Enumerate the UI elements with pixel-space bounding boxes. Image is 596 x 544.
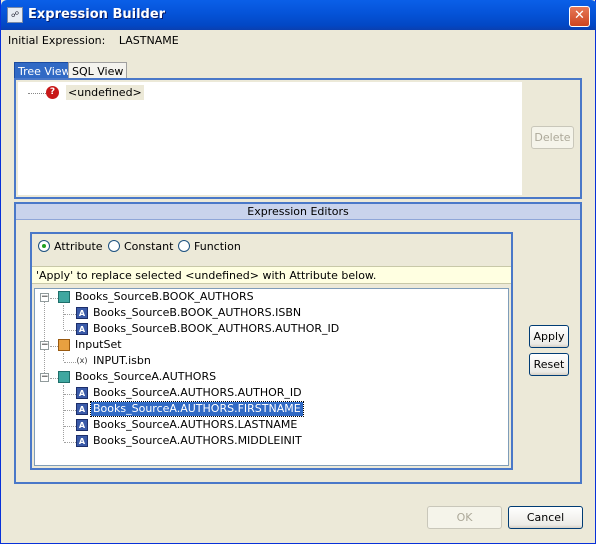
tab-sql-view[interactable]: SQL View	[68, 62, 128, 79]
tree-connector	[50, 298, 58, 299]
tree-node-label: Books_SourceA.AUTHORS.AUTHOR_ID	[93, 386, 302, 399]
radio-attribute-label: Attribute	[54, 240, 103, 253]
delete-button[interactable]: Delete	[531, 126, 574, 149]
tree-node-label: Books_SourceA.AUTHORS	[75, 370, 217, 383]
tree-node-source-a-authors[interactable]: − Books_SourceA.AUTHORS	[35, 370, 505, 385]
initial-expression-row: Initial Expression: LASTNAME	[8, 34, 179, 47]
cancel-button[interactable]: Cancel	[508, 506, 583, 529]
tree-connector	[64, 410, 76, 411]
editor-type-radios: Attribute Constant Function	[38, 240, 498, 256]
window-title: Expression Builder	[28, 7, 166, 22]
attribute-editor-box: Attribute Constant Function 'Apply' to r…	[30, 232, 513, 470]
attribute-tree[interactable]: − Books_SourceB.BOOK_AUTHORS A Books_Sou…	[34, 288, 509, 466]
close-button[interactable]: ✕	[569, 6, 590, 27]
tree-node-label-selected: Books_SourceA.AUTHORS.FIRSTNAME	[90, 401, 304, 417]
attribute-icon: A	[76, 307, 88, 319]
undefined-node-label[interactable]: <undefined>	[66, 85, 144, 100]
radio-function-label: Function	[194, 240, 241, 253]
collapse-toggle[interactable]: −	[40, 293, 49, 302]
tree-node-source-a-middleinit[interactable]: A Books_SourceA.AUTHORS.MIDDLEINIT	[35, 434, 505, 449]
tree-node-input-isbn[interactable]: (x) INPUT.isbn	[35, 354, 505, 369]
tree-node-input-set[interactable]: − InputSet	[35, 338, 505, 353]
tree-connector	[64, 362, 76, 363]
tree-node-source-b-book-authors[interactable]: − Books_SourceB.BOOK_AUTHORS	[35, 290, 505, 305]
tree-connector	[50, 378, 58, 379]
tree-connector	[28, 93, 46, 94]
tree-node-label: Books_SourceA.AUTHORS.LASTNAME	[93, 418, 298, 431]
table-icon	[58, 291, 70, 303]
expression-tree-panel: ? <undefined> Delete	[14, 78, 582, 199]
input-set-icon	[58, 339, 70, 351]
radio-constant-label: Constant	[124, 240, 174, 253]
app-icon: ☍	[7, 7, 23, 23]
tree-node-source-a-firstname[interactable]: A Books_SourceA.AUTHORS.FIRSTNAME	[35, 401, 505, 417]
expression-tree[interactable]: ? <undefined>	[18, 82, 522, 195]
expression-editors-header: Expression Editors	[16, 204, 580, 220]
attribute-icon: A	[76, 435, 88, 447]
radio-constant-indicator	[108, 240, 120, 252]
ok-button[interactable]: OK	[427, 506, 502, 529]
apply-hint: 'Apply' to replace selected <undefined> …	[32, 266, 511, 284]
radio-function-indicator	[178, 240, 190, 252]
tree-node-label: InputSet	[75, 338, 122, 351]
tree-connector	[64, 426, 76, 427]
initial-expression-label: Initial Expression:	[8, 34, 106, 47]
tab-tree-view[interactable]: Tree View	[14, 62, 75, 79]
tree-node-label: Books_SourceA.AUTHORS.MIDDLEINIT	[93, 434, 302, 447]
tree-node-source-b-isbn[interactable]: A Books_SourceB.BOOK_AUTHORS.ISBN	[35, 306, 505, 321]
tree-connector	[64, 330, 76, 331]
initial-expression-value: LASTNAME	[118, 34, 179, 47]
radio-constant[interactable]: Constant	[108, 240, 173, 256]
tree-connector	[50, 346, 58, 347]
attribute-icon: A	[76, 323, 88, 335]
tree-node-label: Books_SourceB.BOOK_AUTHORS.ISBN	[93, 306, 302, 319]
tree-node-source-a-author-id[interactable]: A Books_SourceA.AUTHORS.AUTHOR_ID	[35, 386, 505, 401]
radio-function[interactable]: Function	[178, 240, 241, 256]
apply-button[interactable]: Apply	[529, 325, 569, 348]
question-icon: ?	[46, 86, 59, 99]
tree-node-source-b-author-id[interactable]: A Books_SourceB.BOOK_AUTHORS.AUTHOR_ID	[35, 322, 505, 337]
variable-icon: (x)	[76, 356, 88, 365]
attribute-icon: A	[76, 419, 88, 431]
collapse-toggle[interactable]: −	[40, 373, 49, 382]
tree-node-label: INPUT.isbn	[93, 354, 151, 367]
tree-node-label: Books_SourceB.BOOK_AUTHORS	[75, 290, 254, 303]
tree-node-label: Books_SourceB.BOOK_AUTHORS.AUTHOR_ID	[93, 322, 340, 335]
tree-connector	[64, 442, 76, 443]
collapse-toggle[interactable]: −	[40, 341, 49, 350]
radio-attribute-indicator	[38, 240, 50, 252]
tree-node-source-a-lastname[interactable]: A Books_SourceA.AUTHORS.LASTNAME	[35, 418, 505, 433]
table-icon	[58, 371, 70, 383]
expression-editors-panel: Expression Editors Attribute Constant Fu…	[14, 202, 582, 484]
attribute-icon: A	[76, 403, 88, 415]
reset-button[interactable]: Reset	[529, 353, 569, 376]
radio-attribute[interactable]: Attribute	[38, 240, 103, 256]
title-bar[interactable]: ☍ Expression Builder ✕	[1, 0, 596, 30]
attribute-icon: A	[76, 387, 88, 399]
tree-connector	[64, 314, 76, 315]
expression-builder-dialog: ☍ Expression Builder ✕ Initial Expressio…	[0, 0, 596, 544]
tree-connector	[64, 394, 76, 395]
